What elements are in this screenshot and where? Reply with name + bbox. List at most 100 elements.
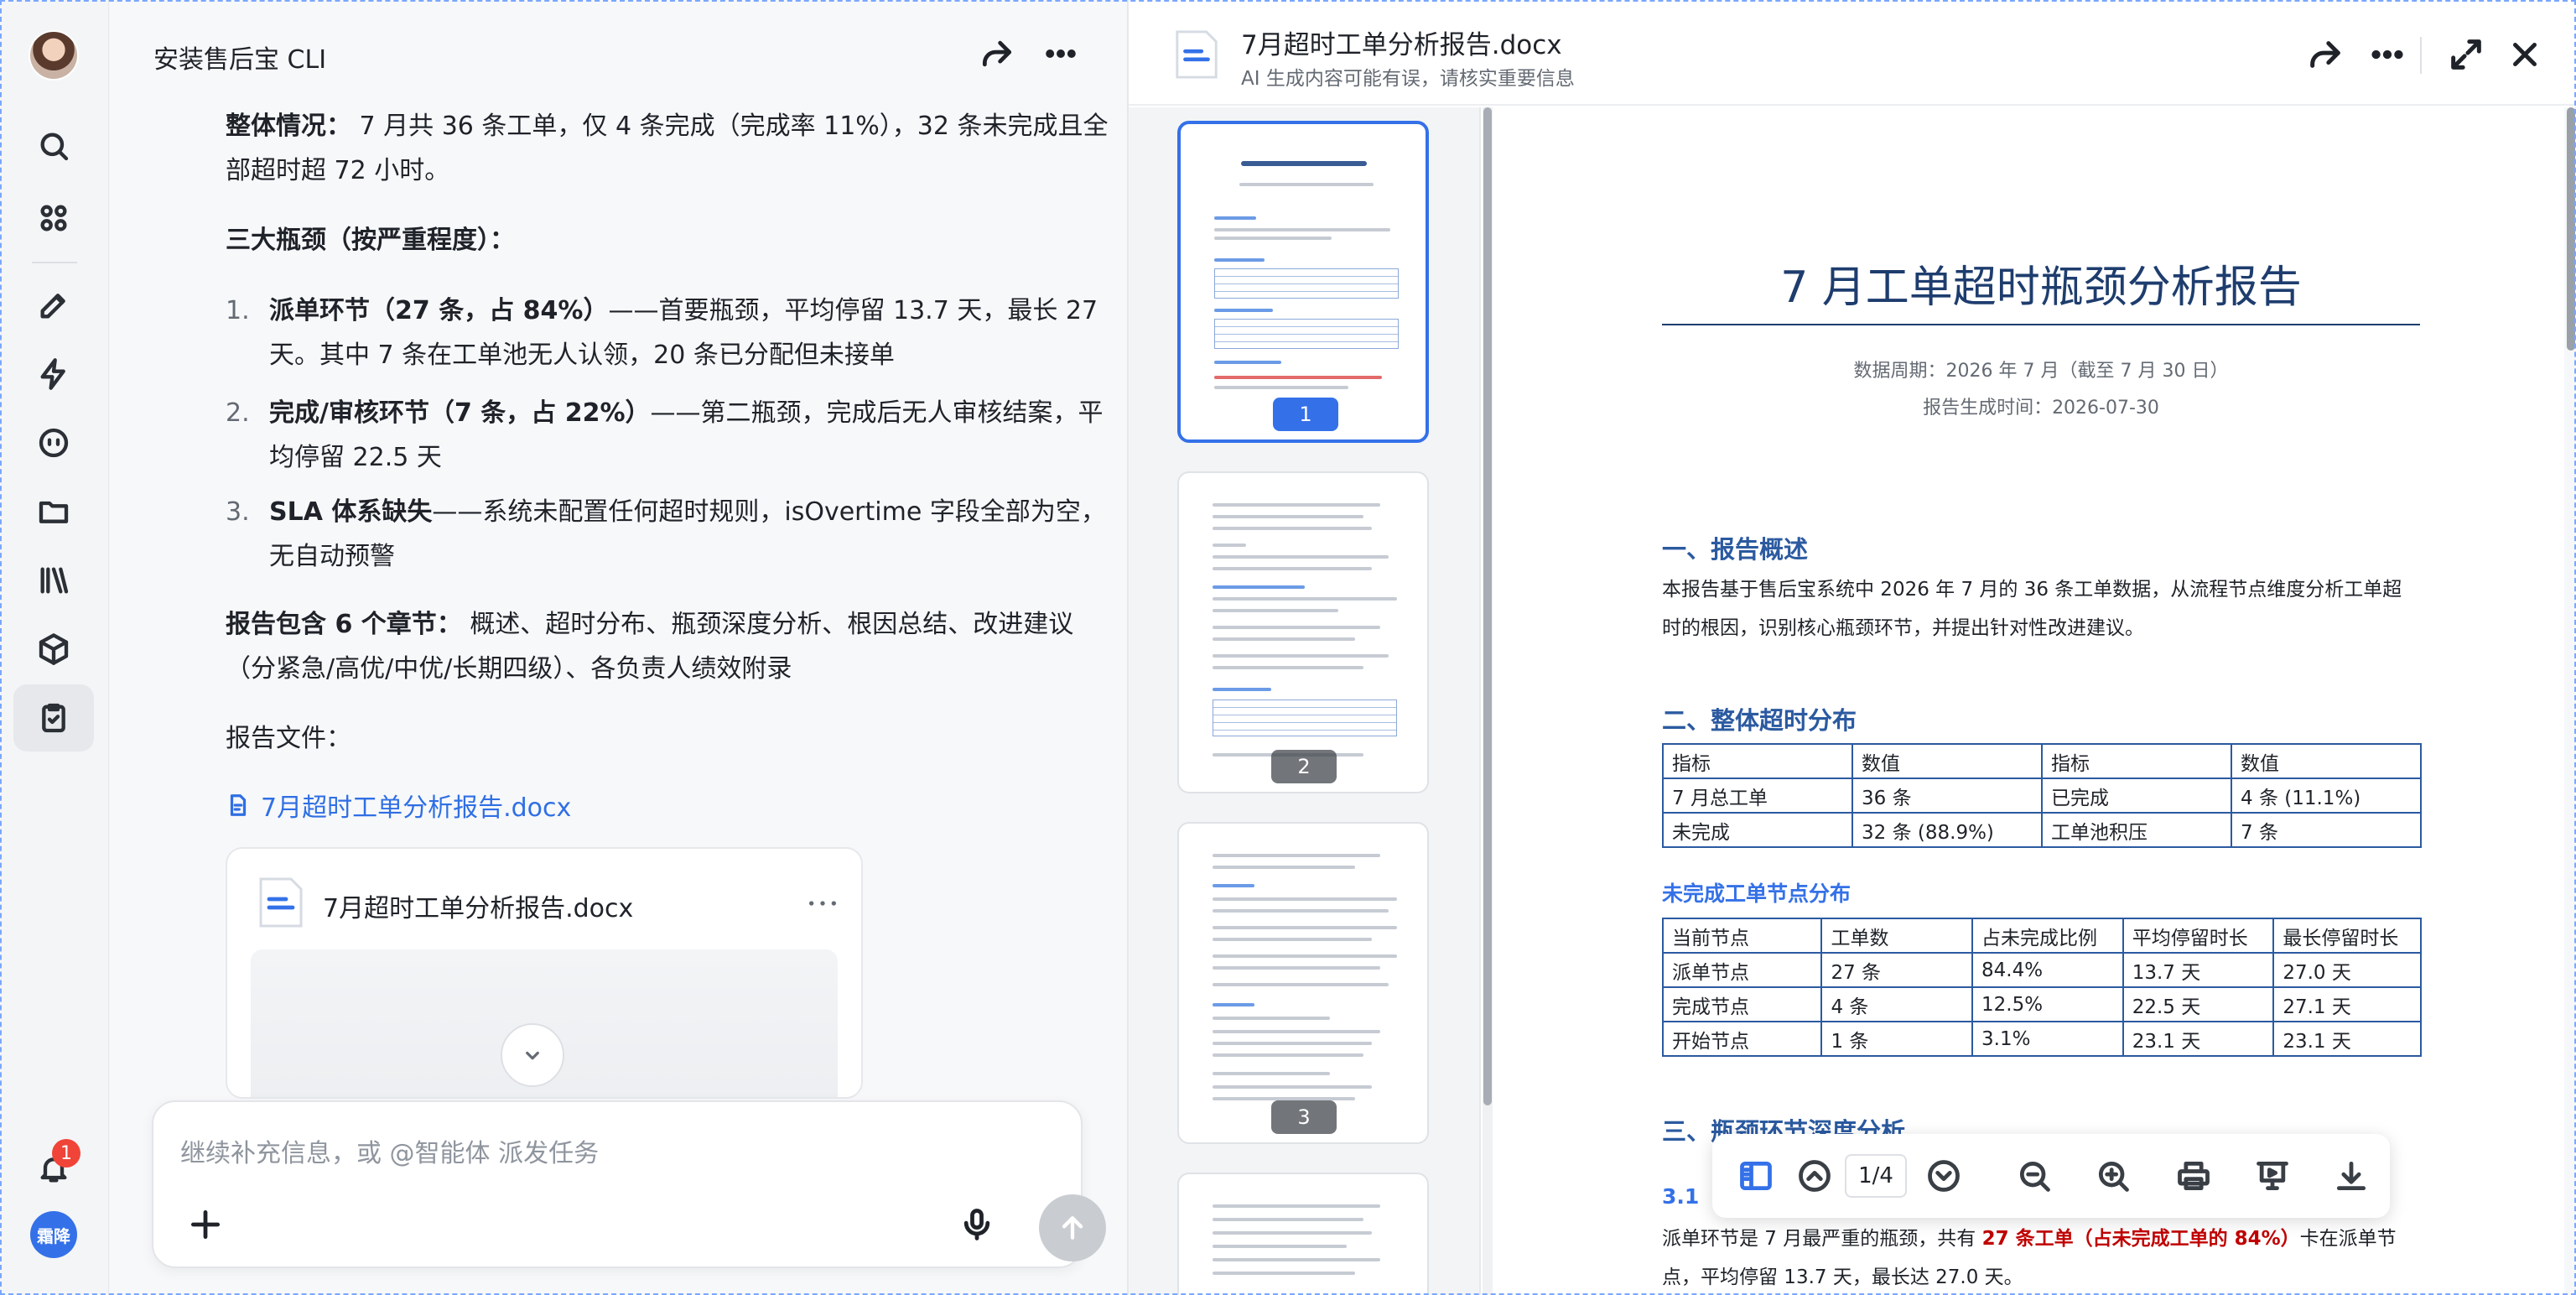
viewer-toolbar: 1/4: [1712, 1134, 2390, 1218]
left-rail: 1 霜降: [0, 0, 109, 1295]
page-thumbnail[interactable]: 1: [1177, 121, 1429, 443]
share-icon[interactable]: [979, 35, 1015, 72]
table-cell: 1 条: [1820, 1021, 1974, 1057]
previous-page-icon[interactable]: [1796, 1157, 1833, 1194]
table-cell: 32 条 (88.9%): [1852, 812, 2043, 848]
section-heading: 一、报告概述: [1662, 535, 1809, 564]
doc-icon: [230, 794, 247, 816]
doc-period: 数据周期：2026 年 7 月（截至 7 月 30 日）: [1853, 361, 2229, 382]
paragraph-text: 派单环节是 7 月最严重的瓶颈，共有: [1662, 1228, 1982, 1250]
file-label: 报告文件：: [226, 724, 351, 753]
table-cell: 数值: [1852, 743, 2043, 779]
list-text: 派单环节（27 条，占 84%）——首要瓶颈，平均停留 13.7 天，最长 27…: [269, 289, 1108, 377]
table-cell: 36 条: [1852, 778, 2043, 814]
table-cell: 27 条: [1820, 952, 1974, 988]
send-button[interactable]: [1039, 1194, 1106, 1261]
section-paragraph: 派单环节是 7 月最严重的瓶颈，共有 27 条工单（占未完成工单的 84%）卡在…: [1662, 1220, 2420, 1295]
bot-icon[interactable]: [34, 423, 74, 463]
page-number: 2: [1271, 750, 1337, 783]
section-paragraph: 本报告基于售后宝系统中 2026 年 7 月的 36 条工单数据，从流程节点维度…: [1662, 579, 2402, 639]
table-cell: 派单节点: [1661, 952, 1823, 988]
download-icon[interactable]: [2333, 1157, 2370, 1194]
file-card-more-icon[interactable]: [806, 891, 839, 916]
list-number: 2.: [226, 398, 250, 428]
list-number: 1.: [226, 296, 250, 325]
table-row: 7 月总工单 36 条 已完成 4 条 (11.1%): [1662, 778, 2422, 814]
file-card-name: 7月超时工单分析报告.docx: [323, 894, 634, 923]
table-cell: 27.1 天: [2272, 986, 2422, 1022]
page-number: 1: [1273, 398, 1338, 431]
table-cell: 最长停留时长: [2272, 918, 2422, 954]
zoom-out-icon[interactable]: [2016, 1157, 2053, 1194]
title-rule: [1662, 324, 2420, 325]
bottleneck-heading: 三大瓶颈（按严重程度）：: [226, 218, 1114, 263]
page-thumbnail[interactable]: 3: [1177, 822, 1429, 1144]
table-cell: 4 条 (11.1%): [2231, 778, 2422, 814]
table-cell: 数值: [2231, 743, 2422, 779]
header-divider: [2420, 37, 2422, 74]
scrollbar-thumb[interactable]: [2567, 107, 2575, 351]
viewer-header: 7月超时工单分析报告.docx AI 生成内容可能有误，请核实重要信息: [1129, 0, 2576, 106]
page-indicator[interactable]: 1/4: [1845, 1154, 1907, 1198]
library-icon[interactable]: [34, 560, 74, 601]
viewer-filename: 7月超时工单分析报告.docx: [1241, 30, 1562, 60]
file-card[interactable]: 7月超时工单分析报告.docx: [226, 847, 863, 1099]
more-icon[interactable]: [2368, 35, 2407, 74]
composer-input[interactable]: 继续补充信息，或 @智能体 派发任务: [180, 1132, 599, 1169]
document-scrollbar[interactable]: [2564, 107, 2576, 1295]
table-cell: 4 条: [1820, 986, 1974, 1022]
file-link[interactable]: 7月超时工单分析报告.docx: [226, 787, 571, 824]
table-cell: 已完成: [2041, 778, 2232, 814]
sidebar-toggle-icon[interactable]: [1737, 1157, 1774, 1194]
search-icon[interactable]: [34, 126, 74, 166]
lightning-icon[interactable]: [34, 354, 74, 394]
page-thumbnail[interactable]: 2: [1177, 471, 1429, 793]
file-link-text[interactable]: 7月超时工单分析报告.docx: [261, 787, 571, 824]
page-number: 3: [1271, 1100, 1337, 1134]
table-cell: 平均停留时长: [2122, 918, 2275, 954]
thumbnail-scrollbar[interactable]: [1483, 107, 1493, 1295]
app-window: 1 霜降 安装售后宝 CLI 整体情况： 7 月共 36 条工单，仅 4 条完成…: [0, 0, 2576, 1295]
table-cell: 13.7 天: [2122, 952, 2275, 988]
print-icon[interactable]: [2175, 1157, 2212, 1194]
edit-icon[interactable]: [34, 285, 74, 325]
doc-title: 7 月工单超时瓶颈分析报告: [1780, 263, 2302, 313]
expand-icon[interactable]: [2447, 35, 2485, 74]
document-viewer: 7月超时工单分析报告.docx AI 生成内容可能有误，请核实重要信息 1 2 …: [1127, 0, 2576, 1295]
message-composer[interactable]: 继续补充信息，或 @智能体 派发任务: [152, 1100, 1106, 1268]
notification-badge: 1: [52, 1139, 80, 1168]
scrollbar-thumb[interactable]: [1483, 107, 1492, 1105]
table-cell: 工单数: [1820, 918, 1974, 954]
more-icon[interactable]: [1042, 35, 1079, 72]
table-cell: 23.1 天: [2122, 1021, 2275, 1057]
highlight-text: 27 条工单（占未完成工单的 84%）: [1981, 1228, 2300, 1250]
list-bold: 完成/审核环节（7 条，占 22%）: [269, 398, 651, 428]
table-row: 当前节点 工单数 占未完成比例 平均停留时长 最长停留时长: [1661, 918, 2422, 954]
cube-icon[interactable]: [34, 629, 74, 669]
file-preview: [251, 949, 838, 1097]
share-icon[interactable]: [2306, 35, 2345, 74]
user-avatar[interactable]: 霜降: [30, 1211, 77, 1258]
subsection-heading: 未完成工单节点分布: [1662, 882, 1852, 906]
table-cell: 未完成: [1662, 812, 1853, 848]
bottleneck-heading-text: 三大瓶颈（按严重程度）：: [226, 226, 515, 255]
page-thumbnail[interactable]: [1177, 1173, 1429, 1295]
doc-generated: 报告生成时间：2026-07-30: [1923, 398, 2159, 419]
avatar[interactable]: [29, 30, 79, 81]
close-icon[interactable]: [2506, 35, 2544, 74]
table-row: 指标 数值 指标 数值: [1662, 743, 2422, 779]
add-attachment-icon[interactable]: [187, 1206, 224, 1243]
arrow-up-icon: [1062, 1216, 1083, 1240]
zoom-in-icon[interactable]: [2095, 1157, 2132, 1194]
docx-file-icon: [259, 877, 303, 928]
apps-icon[interactable]: [34, 198, 74, 238]
microphone-icon[interactable]: [958, 1206, 995, 1243]
chevron-down-icon: [526, 1051, 539, 1060]
task-clipboard-icon[interactable]: [34, 698, 74, 738]
list-text: SLA 体系缺失——系统未配置任何超时规则，isOvertime 字段全部为空，…: [269, 490, 1108, 579]
presentation-icon[interactable]: [2254, 1157, 2291, 1194]
folder-icon[interactable]: [34, 491, 74, 532]
table-cell: 占未完成比例: [1971, 918, 2124, 954]
expand-preview-button[interactable]: [501, 1023, 564, 1087]
next-page-icon[interactable]: [1925, 1157, 1962, 1194]
